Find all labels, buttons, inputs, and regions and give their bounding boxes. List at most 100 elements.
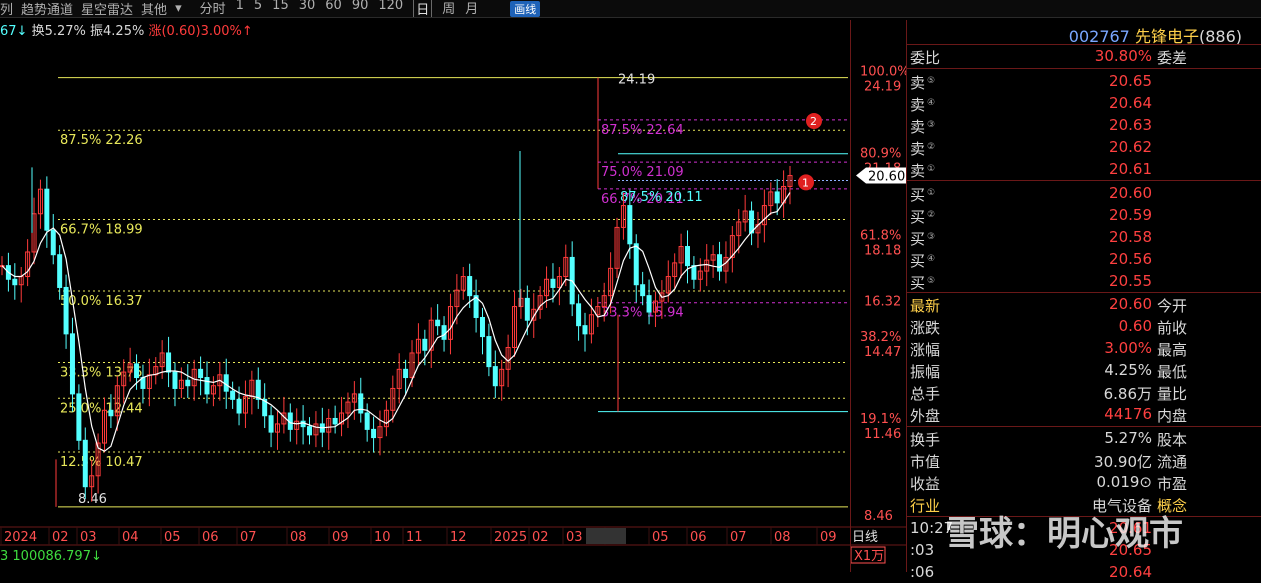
row-label: 总手 — [910, 385, 941, 403]
candle-body — [633, 243, 639, 286]
candle-body — [691, 265, 697, 280]
toolbar-item-other[interactable]: 其他 — [141, 0, 167, 17]
candle-body — [50, 229, 56, 256]
row-label: 涨幅 — [910, 341, 941, 359]
quote-row: 买 ④ 20.56 — [907, 248, 1261, 270]
chevron-down-icon[interactable]: ▾ — [175, 1, 182, 16]
x-axis-month-label: 11 — [406, 530, 423, 545]
quote-row: 振幅 4.25% 最低 — [907, 359, 1261, 381]
row-value: 20.58 — [1109, 228, 1152, 246]
candle-body — [492, 366, 498, 387]
fib2-overlay-label: 87.5% 20.11 — [620, 190, 703, 205]
candle-body — [774, 191, 780, 204]
trade-row: :06 20.64 — [907, 561, 1261, 583]
period-option[interactable]: 日 — [413, 0, 433, 17]
period-option[interactable]: 分时 — [200, 0, 226, 17]
quote-row: 换手 5.27% 股本 — [907, 427, 1261, 449]
level-index: ⑤ — [927, 276, 936, 286]
period-option[interactable]: 月 — [465, 0, 478, 17]
divider — [907, 180, 1261, 181]
toolbar-item[interactable]: 列 — [0, 0, 13, 17]
row-value: 0.019⊙ — [1096, 473, 1152, 491]
candle-body — [524, 297, 530, 321]
row-value: 20.61 — [1109, 160, 1152, 178]
candle-body — [307, 426, 313, 436]
fib-label: 66.7% 18.99 — [60, 222, 143, 237]
divider — [907, 68, 1261, 69]
row-label: 买 — [910, 252, 926, 270]
row-label-secondary: 流通 — [1157, 453, 1188, 471]
candle-body — [422, 338, 428, 351]
x-axis-month-label: 06 — [690, 530, 707, 545]
axis-price-label: 11.46 — [864, 427, 901, 442]
kline-chart[interactable]: 87.5% 22.2666.7% 18.9950.0% 16.3733.3% 1… — [0, 20, 906, 572]
axis-pct-label: 19.1% — [860, 412, 901, 427]
candle-body — [76, 393, 82, 441]
candle-body — [230, 390, 236, 400]
candle-body — [134, 363, 140, 379]
weibi-value: 30.80% — [1094, 47, 1152, 65]
row-label: 涨跌 — [910, 319, 941, 337]
candle-body — [479, 316, 485, 338]
candle-body — [300, 420, 306, 428]
level-index: ② — [927, 142, 936, 152]
fib2-label: 33.3% 15.94 — [601, 306, 684, 321]
candle-body — [640, 284, 646, 297]
level-index: ① — [927, 164, 936, 174]
period-option[interactable]: 90 — [352, 0, 369, 17]
candle-body — [204, 377, 210, 395]
trade-time: :03 — [910, 541, 935, 559]
volume-value-label: 3 100086.797↓ — [0, 549, 102, 564]
draw-line-button[interactable]: 画线 — [510, 0, 541, 17]
x-axis-month-label: 03 — [80, 530, 97, 545]
row-label-secondary: 今开 — [1157, 297, 1188, 315]
row-label: 买 — [910, 186, 926, 204]
axis-pct-label: 80.9% — [860, 147, 901, 162]
row-label: 振幅 — [910, 363, 941, 381]
toolbar-item-radar[interactable]: 星空雷达 — [81, 0, 133, 17]
x-axis-month-label: 2025 — [494, 530, 527, 545]
volume-scale-label: X1万 — [854, 549, 884, 564]
row-value: 20.56 — [1109, 250, 1152, 268]
period-option[interactable]: 120 — [378, 0, 403, 17]
candle-body — [198, 368, 204, 379]
row-label: 买 — [910, 274, 926, 292]
period-option[interactable]: 周 — [442, 0, 455, 17]
row-label: 买 — [910, 230, 926, 248]
candle-body — [108, 409, 114, 417]
fib2-label: 75.0% 21.09 — [601, 165, 684, 180]
candle-body — [582, 325, 588, 335]
period-option[interactable]: 5 — [254, 0, 262, 17]
period-option[interactable]: 15 — [272, 0, 289, 17]
x-axis-month-label: 2024 — [4, 530, 37, 545]
level-index: ② — [927, 210, 936, 220]
marker-number: 2 — [810, 115, 817, 128]
x-axis-month-label: 04 — [122, 530, 139, 545]
x-axis-month-label: 07 — [240, 530, 257, 545]
row-value: 30.90亿 — [1094, 453, 1152, 471]
row-value: 20.64 — [1109, 94, 1152, 112]
row-label: 行业 — [910, 497, 941, 515]
period-option[interactable]: 1 — [236, 0, 244, 17]
quote-row: 涨幅 3.00% 最高 — [907, 337, 1261, 359]
weibi-row: 委比 30.80% 委差 — [907, 45, 1261, 67]
period-option[interactable]: 60 — [325, 0, 342, 17]
axis-price-label: 14.47 — [864, 345, 901, 360]
marker-number: 1 — [802, 176, 809, 189]
candle-body — [467, 276, 473, 297]
quote-row: 卖 ④ 20.64 — [907, 92, 1261, 114]
weibi-label: 委比 — [910, 49, 941, 67]
candle-body — [364, 412, 370, 430]
period-option[interactable]: 30 — [299, 0, 316, 17]
trade-price: 20.64 — [1109, 563, 1152, 581]
y-axis-divider — [850, 20, 851, 572]
toolbar-item-trend-channel[interactable]: 趋势通道 — [21, 0, 73, 17]
candle-body — [371, 428, 377, 439]
candle-body — [172, 371, 178, 389]
quote-row: 卖 ⑤ 20.65 — [907, 70, 1261, 92]
row-value: 20.65 — [1109, 72, 1152, 90]
row-label-secondary: 前收 — [1157, 319, 1188, 337]
row-label-secondary: 最低 — [1157, 363, 1188, 381]
row-value: 5.27% — [1104, 429, 1152, 447]
row-value: 20.62 — [1109, 138, 1152, 156]
